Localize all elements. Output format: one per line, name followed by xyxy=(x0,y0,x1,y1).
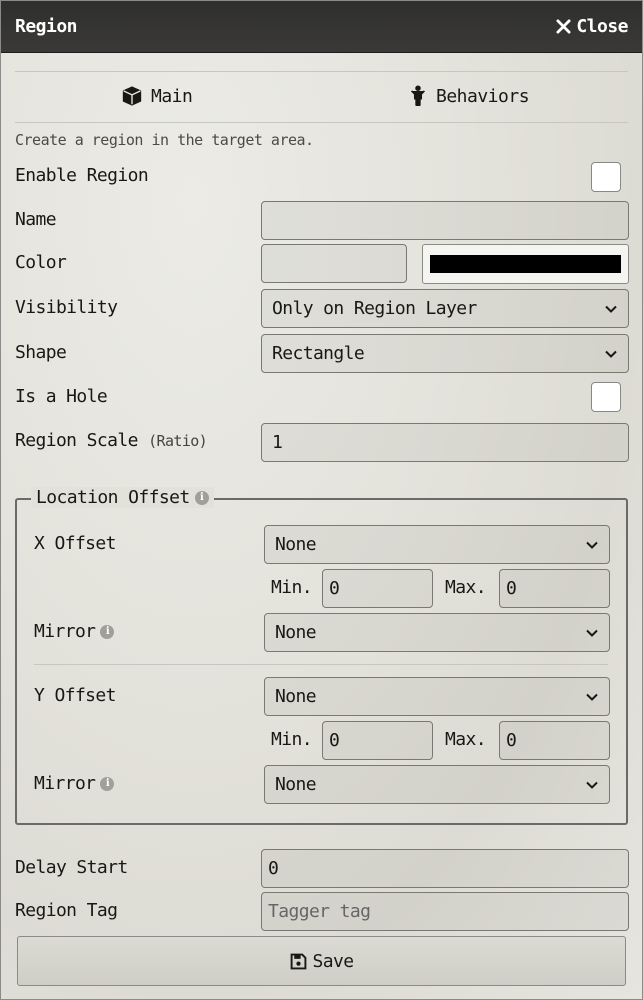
y-min-label: Min. xyxy=(271,729,313,750)
delay-start-input[interactable]: 0 xyxy=(261,849,629,888)
save-button[interactable]: Save xyxy=(17,936,626,986)
chevron-down-icon xyxy=(586,781,598,789)
enable-region-label: Enable Region xyxy=(15,165,149,186)
shape-label: Shape xyxy=(15,342,67,363)
chevron-down-icon xyxy=(605,305,617,313)
x-mirror-label-text: Mirror xyxy=(34,621,96,642)
visibility-select[interactable]: Only on Region Layer xyxy=(261,289,629,328)
color-label: Color xyxy=(15,252,67,273)
x-offset-select[interactable]: None xyxy=(264,525,610,564)
shape-value: Rectangle xyxy=(272,343,365,364)
cube-icon xyxy=(122,86,142,106)
region-scale-label-text: Region Scale xyxy=(15,430,138,451)
enable-region-checkbox[interactable] xyxy=(591,162,621,192)
info-icon[interactable]: i xyxy=(194,490,209,505)
dialog-title: Region xyxy=(15,16,78,37)
x-mirror-select[interactable]: None xyxy=(264,613,610,652)
y-mirror-label: Mirror i xyxy=(34,773,115,794)
y-offset-label: Y Offset xyxy=(34,685,117,706)
y-offset-select[interactable]: None xyxy=(264,677,610,716)
chevron-down-icon xyxy=(586,629,598,637)
x-offset-value: None xyxy=(275,534,317,555)
form-hint: Create a region in the target area. xyxy=(15,131,314,149)
region-scale-unit: (Ratio) xyxy=(148,432,208,450)
chevron-down-icon xyxy=(605,350,617,358)
title-bar[interactable]: Region Close xyxy=(1,1,642,53)
is-hole-checkbox[interactable] xyxy=(591,382,621,412)
name-label: Name xyxy=(15,209,57,230)
region-tag-input[interactable]: Tagger tag xyxy=(261,892,629,931)
divider xyxy=(34,664,608,665)
chevron-down-icon xyxy=(586,693,598,701)
tab-main[interactable]: Main xyxy=(121,85,193,107)
color-picker[interactable] xyxy=(422,244,629,284)
info-icon[interactable]: i xyxy=(100,776,115,791)
color-swatch xyxy=(430,255,621,273)
tab-behaviors-label: Behaviors xyxy=(436,85,530,107)
x-min-input[interactable]: 0 xyxy=(322,569,433,608)
x-max-input[interactable]: 0 xyxy=(499,569,610,608)
x-mirror-label: Mirror i xyxy=(34,621,115,642)
x-mirror-value: None xyxy=(275,622,317,643)
region-scale-input[interactable]: 1 xyxy=(261,423,629,462)
region-dialog: Region Close Main Behaviors Create a reg… xyxy=(0,0,643,1000)
floppy-disk-icon xyxy=(290,953,306,969)
tab-behaviors[interactable]: Behaviors xyxy=(408,85,530,107)
y-max-input[interactable]: 0 xyxy=(499,721,610,760)
person-icon xyxy=(410,85,426,106)
divider xyxy=(15,122,628,123)
y-mirror-label-text: Mirror xyxy=(34,773,96,794)
y-max-label: Max. xyxy=(445,729,487,750)
save-label: Save xyxy=(312,950,355,972)
color-hex-input[interactable] xyxy=(261,244,407,283)
y-offset-value: None xyxy=(275,686,317,707)
x-offset-label: X Offset xyxy=(34,533,117,554)
close-button[interactable]: Close xyxy=(556,16,628,37)
location-offset-legend: Location Offset i xyxy=(31,487,214,508)
shape-select[interactable]: Rectangle xyxy=(261,334,629,373)
chevron-down-icon xyxy=(586,541,598,549)
region-scale-label: Region Scale (Ratio) xyxy=(15,430,208,451)
close-icon xyxy=(556,19,571,34)
location-offset-title: Location Offset xyxy=(36,487,190,508)
name-input[interactable] xyxy=(261,201,629,240)
visibility-value: Only on Region Layer xyxy=(272,298,477,319)
x-max-label: Max. xyxy=(445,577,487,598)
delay-start-label: Delay Start xyxy=(15,857,128,878)
tab-main-label: Main xyxy=(151,85,193,107)
y-mirror-select[interactable]: None xyxy=(264,765,610,804)
info-icon[interactable]: i xyxy=(100,624,115,639)
region-tag-label: Region Tag xyxy=(15,900,118,921)
is-hole-label: Is a Hole xyxy=(15,386,108,407)
divider xyxy=(15,71,628,72)
x-min-label: Min. xyxy=(271,577,313,598)
close-label: Close xyxy=(576,16,628,37)
visibility-label: Visibility xyxy=(15,297,118,318)
y-min-input[interactable]: 0 xyxy=(322,721,433,760)
y-mirror-value: None xyxy=(275,774,317,795)
region-tag-placeholder: Tagger tag xyxy=(268,901,371,922)
